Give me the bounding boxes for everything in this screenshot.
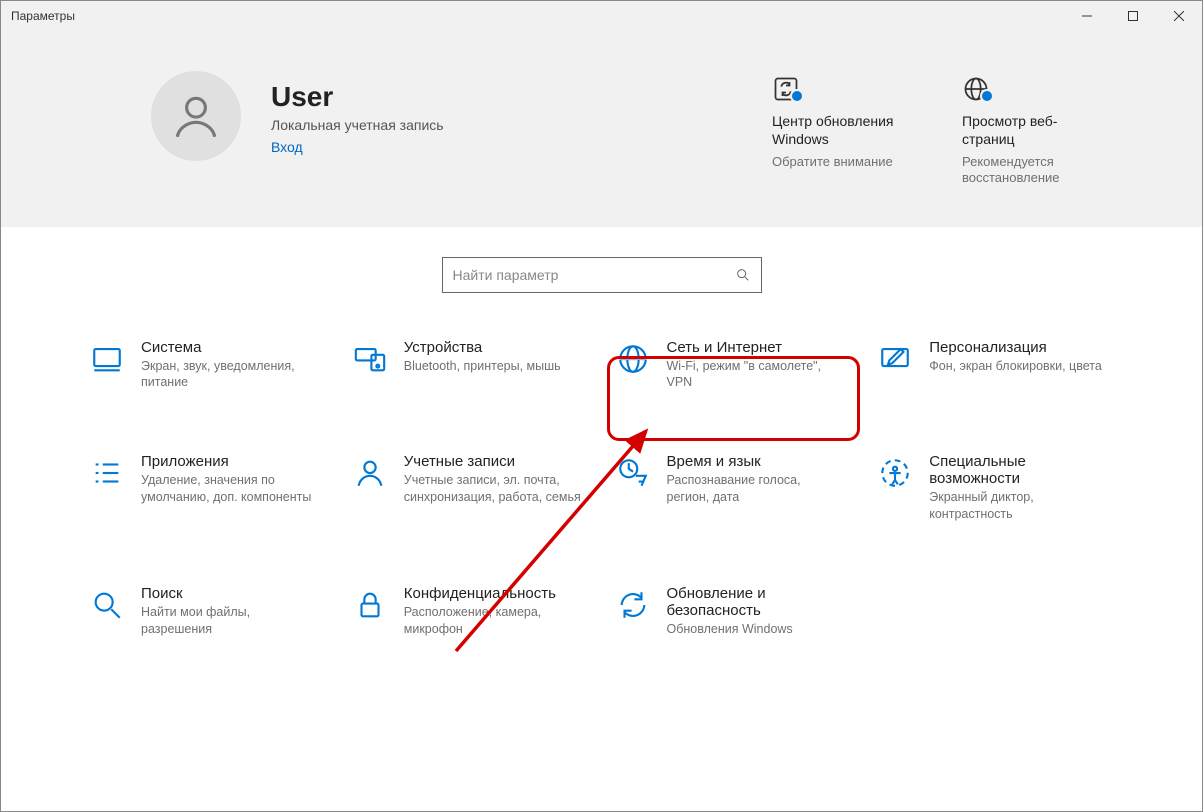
tile-web-browsing[interactable]: Просмотр веб-страниц Рекомендуется восст… bbox=[962, 71, 1102, 187]
category-apps[interactable]: Приложения Удаление, значения по умолчани… bbox=[81, 447, 334, 529]
search-icon bbox=[735, 267, 751, 283]
devices-icon bbox=[353, 342, 387, 376]
tile-sub: Обратите внимание bbox=[772, 154, 912, 170]
category-system[interactable]: Система Экран, звук, уведомления, питание bbox=[81, 333, 334, 398]
window-controls bbox=[1064, 1, 1202, 31]
maximize-button[interactable] bbox=[1110, 1, 1156, 31]
cat-title: Поиск bbox=[141, 585, 321, 602]
accessibility-icon bbox=[878, 456, 912, 490]
account-hero: User Локальная учетная запись Вход Центр… bbox=[1, 31, 1202, 227]
account-type: Локальная учетная запись bbox=[271, 117, 772, 133]
cat-title: Система bbox=[141, 339, 321, 356]
cat-sub: Обновления Windows bbox=[667, 621, 847, 638]
cat-title: Приложения bbox=[141, 453, 321, 470]
cat-sub: Фон, экран блокировки, цвета bbox=[929, 358, 1102, 375]
cat-sub: Найти мои файлы, разрешения bbox=[141, 604, 321, 638]
search-box[interactable] bbox=[442, 257, 762, 293]
display-icon bbox=[90, 342, 124, 376]
minimize-button[interactable] bbox=[1064, 1, 1110, 31]
titlebar: Параметры bbox=[1, 1, 1202, 31]
cat-sub: Экранный диктор, контрастность bbox=[929, 489, 1109, 523]
attention-badge bbox=[980, 89, 994, 103]
close-button[interactable] bbox=[1156, 1, 1202, 31]
cat-sub: Учетные записи, эл. почта, синхронизация… bbox=[404, 472, 584, 506]
cat-sub: Удаление, значения по умолчанию, доп. ко… bbox=[141, 472, 321, 506]
category-devices[interactable]: Устройства Bluetooth, принтеры, мышь bbox=[344, 333, 597, 398]
category-time-language[interactable]: Время и язык Распознавание голоса, регион… bbox=[607, 447, 860, 529]
category-grid: Система Экран, звук, уведомления, питание… bbox=[1, 313, 1202, 684]
cat-title: Персонализация bbox=[929, 339, 1102, 356]
category-personalization[interactable]: Персонализация Фон, экран блокировки, цве… bbox=[869, 333, 1122, 398]
cat-title: Обновление и безопасность bbox=[667, 585, 847, 619]
avatar bbox=[151, 71, 241, 161]
tile-sub: Рекомендуется восстановление bbox=[962, 154, 1102, 187]
user-icon bbox=[171, 91, 221, 141]
tile-title: Центр обновления Windows bbox=[772, 113, 912, 148]
search-wrap bbox=[1, 227, 1202, 313]
category-accounts[interactable]: Учетные записи Учетные записи, эл. почта,… bbox=[344, 447, 597, 529]
signin-link[interactable]: Вход bbox=[271, 139, 772, 155]
list-icon bbox=[90, 456, 124, 490]
time-lang-icon bbox=[616, 456, 650, 490]
category-update-security[interactable]: Обновление и безопасность Обновления Wind… bbox=[607, 579, 860, 644]
person-icon bbox=[353, 456, 387, 490]
category-search[interactable]: Поиск Найти мои файлы, разрешения bbox=[81, 579, 334, 644]
category-network[interactable]: Сеть и Интернет Wi-Fi, режим "в самолете"… bbox=[607, 333, 860, 398]
user-info: User Локальная учетная запись Вход bbox=[271, 71, 772, 155]
cat-title: Время и язык bbox=[667, 453, 847, 470]
cat-title: Конфиденциальность bbox=[404, 585, 584, 602]
cat-sub: Bluetooth, принтеры, мышь bbox=[404, 358, 561, 375]
cat-sub: Экран, звук, уведомления, питание bbox=[141, 358, 321, 392]
update-icon bbox=[616, 588, 650, 622]
cat-sub: Wi-Fi, режим "в самолете", VPN bbox=[667, 358, 847, 392]
lock-icon bbox=[353, 588, 387, 622]
cat-title: Специальные возможности bbox=[929, 453, 1109, 487]
search-input[interactable] bbox=[453, 267, 735, 283]
tile-title: Просмотр веб-страниц bbox=[962, 113, 1102, 148]
cat-title: Учетные записи bbox=[404, 453, 584, 470]
user-name: User bbox=[271, 81, 772, 113]
hero-tiles: Центр обновления Windows Обратите вниман… bbox=[772, 71, 1142, 187]
globe-icon bbox=[616, 342, 650, 376]
category-privacy[interactable]: Конфиденциальность Расположение, камера, … bbox=[344, 579, 597, 644]
cat-sub: Расположение, камера, микрофон bbox=[404, 604, 584, 638]
attention-badge bbox=[790, 89, 804, 103]
magnifier-icon bbox=[90, 588, 124, 622]
category-ease-of-access[interactable]: Специальные возможностиЭкранный диктор, … bbox=[869, 447, 1122, 529]
cat-sub: Распознавание голоса, регион, дата bbox=[667, 472, 847, 506]
window-title: Параметры bbox=[1, 9, 1064, 23]
tile-windows-update[interactable]: Центр обновления Windows Обратите вниман… bbox=[772, 71, 912, 187]
pen-monitor-icon bbox=[878, 342, 912, 376]
cat-title: Устройства bbox=[404, 339, 561, 356]
cat-title: Сеть и Интернет bbox=[667, 339, 847, 356]
